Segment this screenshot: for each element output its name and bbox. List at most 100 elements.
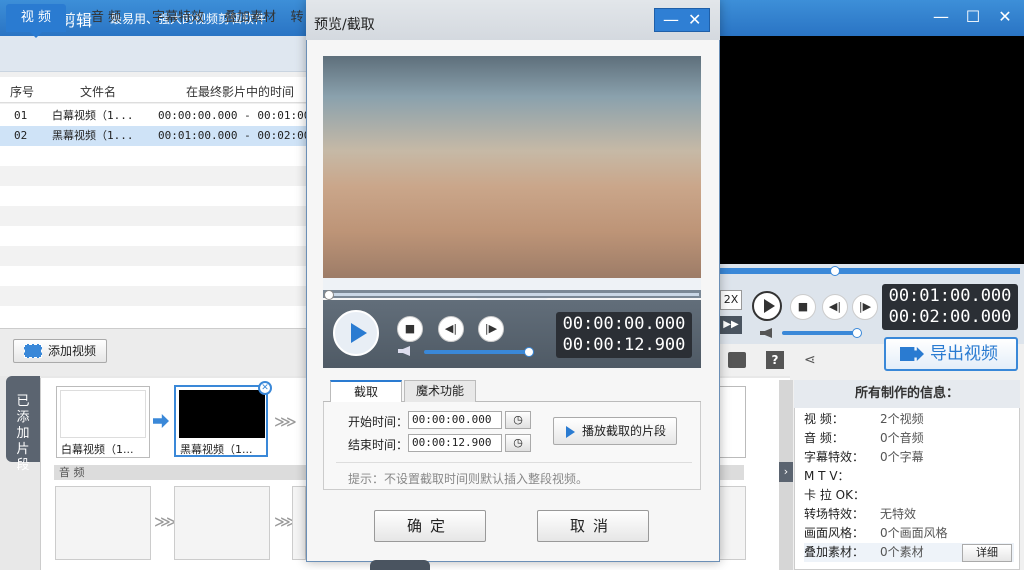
clip-thumbnail (179, 390, 265, 438)
info-value: 0个画面风格 (880, 526, 948, 540)
row-index: 02 (14, 129, 28, 142)
transition-arrow-icon[interactable]: ⋙ (274, 412, 297, 431)
tab-overlay[interactable]: 叠加素材 (216, 4, 284, 32)
info-value: 无特效 (880, 507, 917, 521)
dialog-volume-knob[interactable] (524, 347, 534, 357)
main-volume-bar[interactable] (782, 331, 858, 335)
main-timecode: 00:01:00.000 00:02:00.000 (882, 284, 1018, 330)
added-clips-tab[interactable]: 已添加片段 (6, 376, 40, 473)
active-tab-indicator (30, 32, 42, 38)
help-icon[interactable]: ? (766, 351, 784, 369)
share-icon[interactable]: ⋖ (804, 352, 820, 368)
video-preview-frame (323, 56, 701, 282)
list-stripe (0, 166, 306, 186)
col-header-filename: 文件名 (80, 85, 117, 99)
tab-audio[interactable]: 音 频 (76, 4, 136, 32)
add-video-label: 添加视频 (48, 344, 97, 358)
audio-slot[interactable] (174, 486, 270, 560)
maximize-icon[interactable]: ☐ (962, 6, 984, 28)
col-header-time: 在最终影片中的时间 (186, 85, 295, 99)
main-seek-knob[interactable] (830, 266, 840, 276)
start-time-label: 开始时间： (348, 415, 409, 429)
dialog-bottom-handle (370, 560, 430, 570)
dialog-volume-bar[interactable] (424, 350, 528, 354)
clip-label: 黑幕视频（1... (180, 443, 253, 456)
audio-slot[interactable] (292, 486, 306, 560)
minimize-icon[interactable]: — (930, 6, 952, 28)
dialog-play-icon[interactable] (333, 310, 379, 356)
tab-magic-functions[interactable]: 魔术功能 (404, 380, 476, 402)
row-time: 00:01:00.000 - 00:02:00. (158, 129, 317, 142)
row-filename: 黑幕视频（1... (52, 129, 134, 142)
collapse-arrow-icon[interactable]: › (779, 462, 793, 482)
export-video-button[interactable]: 导出视频 (884, 337, 1018, 371)
main-next-frame-icon[interactable]: |▶ (852, 294, 878, 320)
add-video-button[interactable]: 添加视频 (13, 339, 107, 363)
info-row-karaoke: 卡 拉 OK： (804, 486, 1014, 505)
start-time-clock-icon[interactable]: ◷ (505, 411, 531, 429)
main-stop-icon[interactable]: ■ (790, 294, 816, 320)
hint-text: 提示：不设置截取时间则默认插入整段视频。 (348, 472, 589, 486)
info-key: 转场特效： (804, 507, 865, 521)
dialog-minimize-icon[interactable]: — (663, 9, 679, 31)
remove-clip-icon[interactable]: ✕ (258, 381, 272, 395)
start-time-input[interactable]: 00:00:00.000 (408, 411, 502, 429)
film-add-icon (24, 344, 42, 358)
dialog-next-frame-icon[interactable]: |▶ (478, 316, 504, 342)
tab-video[interactable]: 视 频 (6, 4, 66, 32)
table-row-selected[interactable]: 02 黑幕视频（1... 00:01:00.000 - 00:02:00. (0, 126, 317, 146)
dialog-title: 预览/截取 (314, 17, 375, 33)
timeline-clip-selected[interactable]: 黑幕视频（1... (174, 385, 268, 457)
dialog-seekbar-track (325, 293, 699, 296)
timeline-clip[interactable]: 白幕视频（1... (56, 386, 150, 458)
export-icon (900, 347, 924, 361)
info-value: 0个字幕 (880, 450, 924, 464)
timeline-clip-empty[interactable] (718, 386, 746, 458)
list-stripe (0, 246, 306, 266)
table-row[interactable]: 01 白幕视频（1... 00:00:00.000 - 00:01:00. (0, 106, 317, 126)
end-time-label: 结束时间： (348, 438, 409, 452)
tab-transition[interactable]: 转 (288, 4, 306, 32)
info-row-video: 视 频： 2个视频 (804, 410, 1014, 429)
dialog-window-controls: — ✕ (654, 8, 710, 32)
close-icon[interactable]: ✕ (994, 6, 1016, 28)
detail-button[interactable]: 详细 (962, 544, 1012, 562)
main-seekbar[interactable] (718, 268, 1020, 274)
info-row-audio: 音 频： 0个音频 (804, 429, 1014, 448)
audio-slot[interactable] (718, 486, 746, 560)
info-key: M T V： (804, 469, 850, 483)
cancel-button[interactable]: 取消 (537, 510, 649, 542)
speed-button[interactable]: 2X (720, 290, 742, 310)
dialog-seek-knob[interactable] (324, 290, 334, 300)
tab-subtitle-effects[interactable]: 字幕特效 (144, 4, 212, 32)
main-prev-frame-icon[interactable]: ◀| (822, 294, 848, 320)
tab-trim[interactable]: 截取 (330, 380, 402, 402)
dialog-close-icon[interactable]: ✕ (688, 9, 701, 31)
main-preview (718, 36, 1024, 264)
divider (336, 462, 692, 463)
row-filename: 白幕视频（1... (52, 109, 134, 122)
main-timecode-current: 00:01:00.000 (888, 286, 1012, 306)
ok-button[interactable]: 确定 (374, 510, 486, 542)
dialog-stop-icon[interactable]: ■ (397, 316, 423, 342)
main-volume-knob[interactable] (852, 328, 862, 338)
row-time: 00:00:00.000 - 00:01:00. (158, 109, 317, 122)
end-time-clock-icon[interactable]: ◷ (505, 434, 531, 452)
audio-slot[interactable] (55, 486, 151, 560)
info-key: 音 频： (804, 431, 844, 445)
clip-thumbnail (60, 390, 146, 438)
row-index: 01 (14, 109, 28, 122)
export-label: 导出视频 (930, 344, 998, 364)
save-icon[interactable] (728, 352, 746, 368)
clip-label: 白幕视频（1... (61, 443, 134, 456)
info-row-transition: 转场特效： 无特效 (804, 505, 1014, 524)
play-segment-button[interactable]: 播放截取的片段 (553, 417, 677, 445)
info-key: 字幕特效： (804, 450, 865, 464)
list-stripe (0, 286, 306, 306)
end-time-input[interactable]: 00:00:12.900 (408, 434, 502, 452)
main-play-icon[interactable] (752, 291, 782, 321)
dialog-prev-frame-icon[interactable]: ◀| (438, 316, 464, 342)
info-value: 2个视频 (880, 412, 924, 426)
info-key: 视 频： (804, 412, 844, 426)
fast-forward-icon[interactable]: ▶▶ (720, 316, 742, 334)
